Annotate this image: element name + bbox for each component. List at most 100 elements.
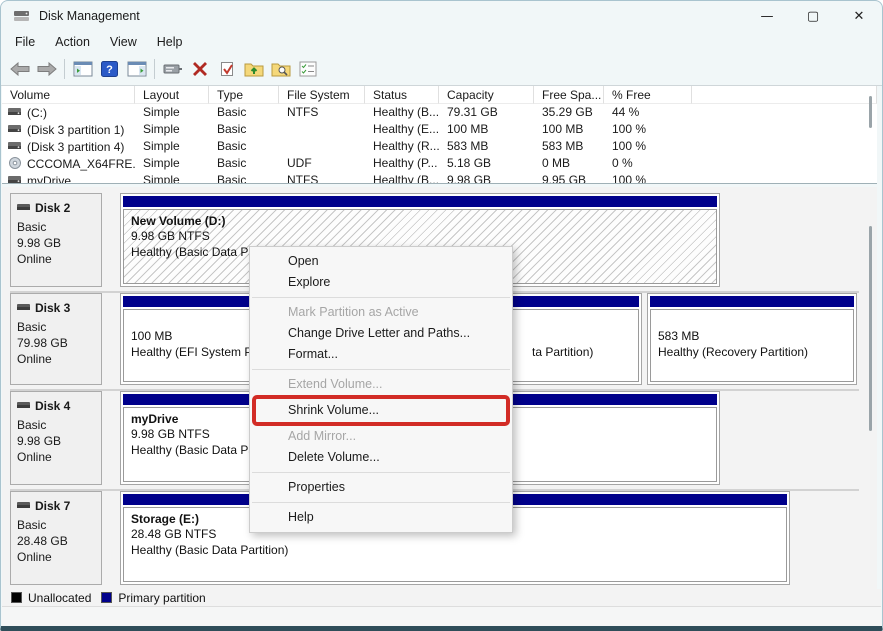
partition-recovery[interactable]: 583 MB Healthy (Recovery Partition) — [647, 293, 857, 385]
minimize-button[interactable]: — — [744, 1, 790, 31]
disk-type: Basic — [17, 319, 101, 335]
menu-item-change-drive-letter[interactable]: Change Drive Letter and Paths... — [250, 323, 512, 344]
toolbar: ? — [1, 53, 882, 86]
folder-up-icon[interactable] — [240, 56, 267, 82]
cd-icon — [8, 157, 22, 172]
shrink-volume-highlight: Shrink Volume... — [252, 395, 510, 426]
folder-search-icon[interactable] — [267, 56, 294, 82]
cell-layout: Simple — [135, 104, 209, 121]
disk-name: Disk 4 — [35, 399, 70, 413]
menu-item-extend-volume: Extend Volume... — [250, 374, 512, 395]
cell-volume: (Disk 3 partition 1) — [27, 123, 124, 137]
menu-item-delete-volume[interactable]: Delete Volume... — [250, 447, 512, 468]
disk-icon — [17, 301, 31, 315]
table-scrollbar-thumb[interactable] — [869, 96, 872, 128]
legend-bar: Unallocated Primary partition — [2, 589, 881, 606]
cell-free-space: 583 MB — [534, 138, 604, 155]
show-console-tree-icon[interactable] — [69, 56, 96, 82]
cell-capacity: 79.31 GB — [439, 104, 534, 121]
table-row[interactable]: (Disk 3 partition 4) Simple Basic Health… — [2, 138, 877, 155]
column-header-file-system[interactable]: File System — [279, 86, 365, 104]
disk-size: 28.48 GB — [17, 533, 101, 549]
menu-separator — [252, 369, 510, 370]
toolbar-separator — [154, 59, 155, 79]
maximize-button[interactable]: ▢ — [790, 1, 836, 31]
partition-title — [658, 314, 846, 329]
disk7-label-panel[interactable]: Disk 7 Basic 28.48 GB Online — [10, 491, 102, 585]
cell-layout: Simple — [135, 155, 209, 172]
show-action-pane-icon[interactable] — [123, 56, 150, 82]
cell-capacity: 9.98 GB — [439, 172, 534, 184]
disk4-label-panel[interactable]: Disk 4 Basic 9.98 GB Online — [10, 391, 102, 485]
menu-help[interactable]: Help — [147, 32, 193, 52]
svg-text:?: ? — [106, 64, 113, 76]
disk3-label-panel[interactable]: Disk 3 Basic 79.98 GB Online — [10, 293, 102, 385]
menu-separator — [252, 297, 510, 298]
partition-status: Healthy (Recovery Partition) — [658, 345, 846, 361]
properties-list-icon[interactable] — [294, 56, 321, 82]
cell-type: Basic — [209, 121, 279, 138]
console-window-icon[interactable] — [159, 56, 186, 82]
menu-item-format[interactable]: Format... — [250, 344, 512, 365]
unallocated-swatch — [11, 592, 22, 603]
cell-type: Basic — [209, 155, 279, 172]
menu-action[interactable]: Action — [45, 32, 100, 52]
legend-unallocated-label: Unallocated — [28, 591, 91, 605]
disk-icon — [17, 499, 31, 513]
legend-primary-label: Primary partition — [118, 591, 205, 605]
drive-icon — [8, 106, 22, 120]
drive-icon — [8, 174, 22, 184]
disk-status: Online — [17, 251, 101, 267]
table-row[interactable]: myDrive Simple Basic NTFS Healthy (B... … — [2, 172, 877, 184]
cell-status: Healthy (B... — [365, 104, 439, 121]
volume-list: Volume Layout Type File System Status Ca… — [2, 86, 877, 184]
disk-type: Basic — [17, 517, 101, 533]
column-header-capacity[interactable]: Capacity — [439, 86, 534, 104]
cell-file-system — [279, 121, 365, 138]
volume-list-header: Volume Layout Type File System Status Ca… — [2, 86, 877, 104]
menu-item-shrink-volume[interactable]: Shrink Volume... — [256, 400, 506, 421]
partition-title: New Volume (D:) — [131, 214, 709, 229]
cell-file-system: NTFS — [279, 104, 365, 121]
primary-partition-strip — [123, 196, 717, 207]
table-row[interactable]: (Disk 3 partition 1) Simple Basic Health… — [2, 121, 877, 138]
cell-type: Basic — [209, 172, 279, 184]
cell-free-space: 100 MB — [534, 121, 604, 138]
disk-status: Online — [17, 351, 101, 367]
table-row[interactable]: CCCOMA_X64FRE... Simple Basic UDF Health… — [2, 155, 877, 172]
cell-layout: Simple — [135, 172, 209, 184]
disk-type: Basic — [17, 417, 101, 433]
cell-layout: Simple — [135, 138, 209, 155]
cell-type: Basic — [209, 138, 279, 155]
table-row[interactable]: (C:) Simple Basic NTFS Healthy (B... 79.… — [2, 104, 877, 121]
column-header-free-space[interactable]: Free Spa... — [534, 86, 604, 104]
cell-pct-free: 0 % — [604, 155, 692, 172]
column-header-status[interactable]: Status — [365, 86, 439, 104]
delete-volume-icon[interactable] — [186, 56, 213, 82]
menu-item-properties[interactable]: Properties — [250, 477, 512, 498]
menu-item-add-mirror: Add Mirror... — [250, 426, 512, 447]
close-button[interactable]: ✕ — [836, 1, 882, 31]
menu-view[interactable]: View — [100, 32, 147, 52]
disks-scrollbar-thumb[interactable] — [869, 226, 872, 431]
column-header-layout[interactable]: Layout — [135, 86, 209, 104]
column-header-volume[interactable]: Volume — [2, 86, 135, 104]
disk-name: Disk 2 — [35, 201, 70, 215]
check-document-icon[interactable] — [213, 56, 240, 82]
menu-item-explore[interactable]: Explore — [250, 272, 512, 293]
cell-pct-free: 100 % — [604, 121, 692, 138]
help-icon[interactable]: ? — [96, 56, 123, 82]
disk2-label-panel[interactable]: Disk 2 Basic 9.98 GB Online — [10, 193, 102, 287]
menu-file[interactable]: File — [5, 32, 45, 52]
back-icon[interactable] — [6, 56, 33, 82]
column-header-pct-free[interactable]: % Free — [604, 86, 692, 104]
cell-file-system: UDF — [279, 155, 365, 172]
menu-item-help[interactable]: Help — [250, 507, 512, 528]
disk-icon — [17, 201, 31, 215]
title-bar: Disk Management — ▢ ✕ — [1, 1, 882, 31]
menu-separator — [252, 472, 510, 473]
column-header-type[interactable]: Type — [209, 86, 279, 104]
menu-item-open[interactable]: Open — [250, 251, 512, 272]
disk-type: Basic — [17, 219, 101, 235]
forward-icon[interactable] — [33, 56, 60, 82]
